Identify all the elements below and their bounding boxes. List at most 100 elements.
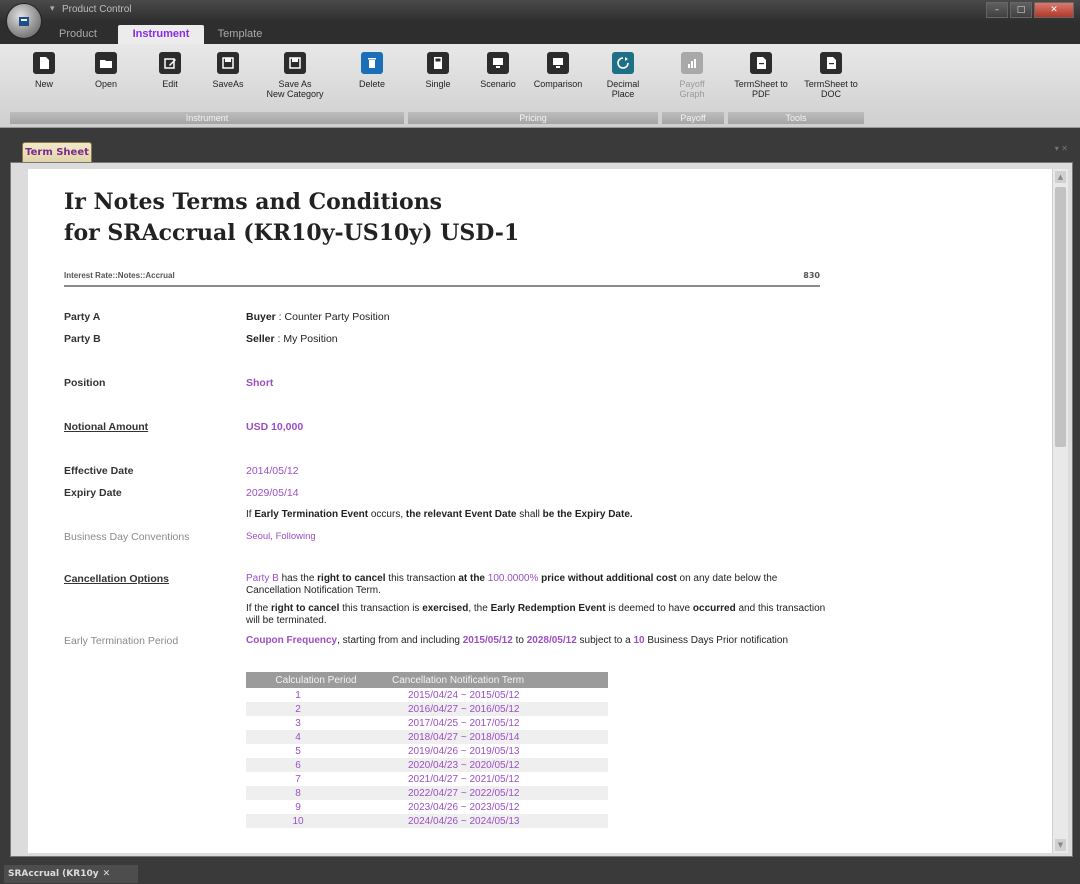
single-label: Single <box>425 79 451 89</box>
saveas-label: SaveAs <box>212 79 244 89</box>
minimize-button[interactable]: – <box>986 2 1008 18</box>
single-button[interactable]: Single <box>418 52 458 89</box>
app-menu-icon <box>19 17 29 26</box>
open-button[interactable]: Open <box>86 52 126 89</box>
cancel-has: has the <box>278 573 318 584</box>
decimal-place-button[interactable]: Decimal Place <box>600 52 646 99</box>
doc-document-icon <box>820 52 842 74</box>
etp-end: Business Days Prior notification <box>644 635 789 646</box>
ex-exercised: exercised <box>422 603 469 614</box>
table-row: 4 2018/04/27 ~ 2018/05/14 <box>246 730 608 744</box>
expiry-date-label: Expiry Date <box>64 487 122 499</box>
edit-icon <box>159 52 181 74</box>
column-header-calculation-period: Calculation Period <box>246 672 386 688</box>
table-row: 7 2021/04/27 ~ 2021/05/12 <box>246 772 608 786</box>
party-a-desc: : Counter Party Position <box>275 311 390 323</box>
etp-from: 2015/05/12 <box>462 635 513 646</box>
close-tab-icon[interactable]: ✕ <box>103 869 111 879</box>
termsheet-to-pdf-label: TermSheet to PDF <box>734 79 788 99</box>
table-cell: 2018/04/27 ~ 2018/05/14 <box>386 730 608 744</box>
saveas-button[interactable]: SaveAs <box>208 52 248 89</box>
cancel-price: price without additional cost <box>538 573 677 584</box>
group-label-tools: Tools <box>728 112 864 124</box>
table-row: 9 2023/04/26 ~ 2023/05/12 <box>246 800 608 814</box>
delete-button[interactable]: Delete <box>350 52 394 89</box>
et-event: Early Termination Event <box>254 509 369 520</box>
etp-subject: subject to a <box>576 635 634 646</box>
comparison-button[interactable]: Comparison <box>528 52 588 89</box>
notional-amount-label: Notional Amount <box>64 421 149 433</box>
monitor-icon <box>487 52 509 74</box>
table-cell: 2015/04/24 ~ 2015/05/12 <box>408 689 520 701</box>
calculator-icon <box>427 52 449 74</box>
table-row: 5 2019/04/26 ~ 2019/05/13 <box>246 744 608 758</box>
document-tab-sraccrual[interactable]: SRAccrual (KR10y ✕ <box>4 865 138 883</box>
edit-button[interactable]: Edit <box>150 52 190 89</box>
scroll-up-icon[interactable]: ▲ <box>1055 171 1066 183</box>
close-button[interactable]: ✕ <box>1034 2 1074 18</box>
tab-instrument[interactable]: Instrument <box>118 25 204 44</box>
save-category-icon <box>284 52 306 74</box>
bottom-document-tabs: SRAccrual (KR10y ✕ <box>0 862 1080 884</box>
cancel-at: at the <box>458 573 488 584</box>
ex-is: this transaction is <box>339 603 423 614</box>
table-cell: 9 <box>295 801 301 813</box>
cancellation-options-label: Cancellation Options <box>64 573 170 585</box>
early-termination-note: If Early Termination Event occurs, the r… <box>246 509 826 521</box>
business-day-conventions-label: Business Day Conventions <box>64 531 190 543</box>
cancellation-options-text: Party B has the right to cancel this tra… <box>246 573 826 597</box>
bar-chart-icon <box>681 52 703 74</box>
category-path: Interest Rate::Notes::Accrual <box>64 271 175 280</box>
save-as-new-category-button[interactable]: Save As New Category <box>260 52 330 99</box>
pin-icon[interactable]: ▾ ✕ <box>1055 144 1068 153</box>
maximize-button[interactable]: □ <box>1010 2 1032 18</box>
termsheet-to-doc-button[interactable]: TermSheet to DOC <box>798 52 864 99</box>
app-menu-button[interactable] <box>6 3 42 39</box>
category-code: 830 <box>803 271 820 280</box>
business-day-conventions-value: Seoul, Following <box>246 531 316 542</box>
cancel-pct: 100.0000% <box>487 573 539 584</box>
new-button[interactable]: New <box>24 52 64 89</box>
document-panel: Ir Notes Terms and Conditions for SRAccr… <box>10 162 1073 857</box>
tab-product[interactable]: Product <box>48 25 108 44</box>
cancellation-schedule-table: Calculation Period Cancellation Notifica… <box>246 672 608 828</box>
payoff-graph-label: Payoff Graph <box>679 79 705 99</box>
party-b-value: Seller : My Position <box>246 333 338 345</box>
ribbon: New Open Edit SaveAs Save As New Categor… <box>0 44 1080 128</box>
cancel-party: Party B <box>246 573 279 584</box>
ex-ere: Early Redemption Event <box>490 603 606 614</box>
ex-deemed: is deemed to have <box>605 603 693 614</box>
et-bold: the relevant Event Date <box>405 509 517 520</box>
ex-right: right to cancel <box>271 603 340 614</box>
category-line: Interest Rate::Notes::Accrual 830 <box>64 267 820 287</box>
quick-access-icon[interactable]: ▾ <box>50 4 55 14</box>
new-label: New <box>34 79 53 89</box>
et-shall: shall <box>516 509 543 520</box>
vertical-scrollbar[interactable]: ▲ ▼ <box>1052 169 1068 853</box>
etp-to-word: to <box>512 635 527 646</box>
etp-freq: Coupon Frequency <box>246 635 338 646</box>
table-cell: 10 <box>246 814 386 828</box>
party-a-role: Buyer <box>246 311 276 323</box>
trash-icon <box>361 52 383 74</box>
party-b-role: Seller <box>246 333 275 345</box>
termsheet-to-pdf-button[interactable]: TermSheet to PDF <box>728 52 794 99</box>
scroll-thumb[interactable] <box>1055 187 1066 447</box>
tab-template[interactable]: Template <box>210 25 270 44</box>
early-termination-period-label: Early Termination Period <box>64 635 179 647</box>
window-controls: – □ ✕ <box>986 2 1074 18</box>
tab-term-sheet[interactable]: Term Sheet <box>22 142 92 162</box>
scenario-button[interactable]: Scenario <box>474 52 522 89</box>
party-b-desc: : My Position <box>274 333 338 345</box>
ex-the: , the <box>468 603 491 614</box>
open-label: Open <box>94 79 118 89</box>
cancel-right: right to cancel <box>317 573 386 584</box>
table-row: 6 2020/04/23 ~ 2020/05/12 <box>246 758 608 772</box>
payoff-graph-button[interactable]: Payoff Graph <box>672 52 712 99</box>
table-cell: 2019/04/26 ~ 2019/05/13 <box>408 745 520 757</box>
table-cell: 1 <box>295 689 301 701</box>
table-cell: 6 <box>246 758 386 772</box>
table-cell: 8 <box>246 786 386 800</box>
scroll-down-icon[interactable]: ▼ <box>1055 839 1066 851</box>
table-cell: 2 <box>246 702 386 716</box>
